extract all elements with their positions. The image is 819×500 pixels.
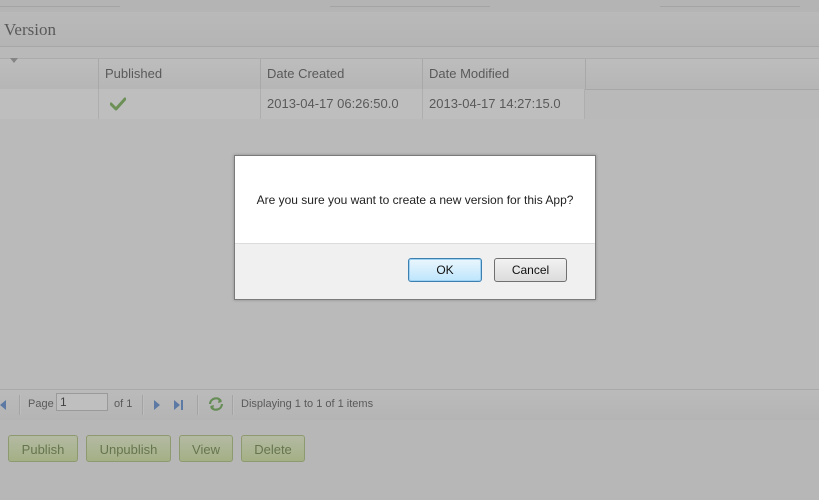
confirm-dialog: Are you sure you want to create a new ve… <box>234 155 596 300</box>
dialog-message: Are you sure you want to create a new ve… <box>256 193 574 207</box>
ok-button[interactable]: OK <box>408 258 482 282</box>
dialog-footer: OK Cancel <box>235 243 595 299</box>
cancel-button[interactable]: Cancel <box>494 258 567 282</box>
